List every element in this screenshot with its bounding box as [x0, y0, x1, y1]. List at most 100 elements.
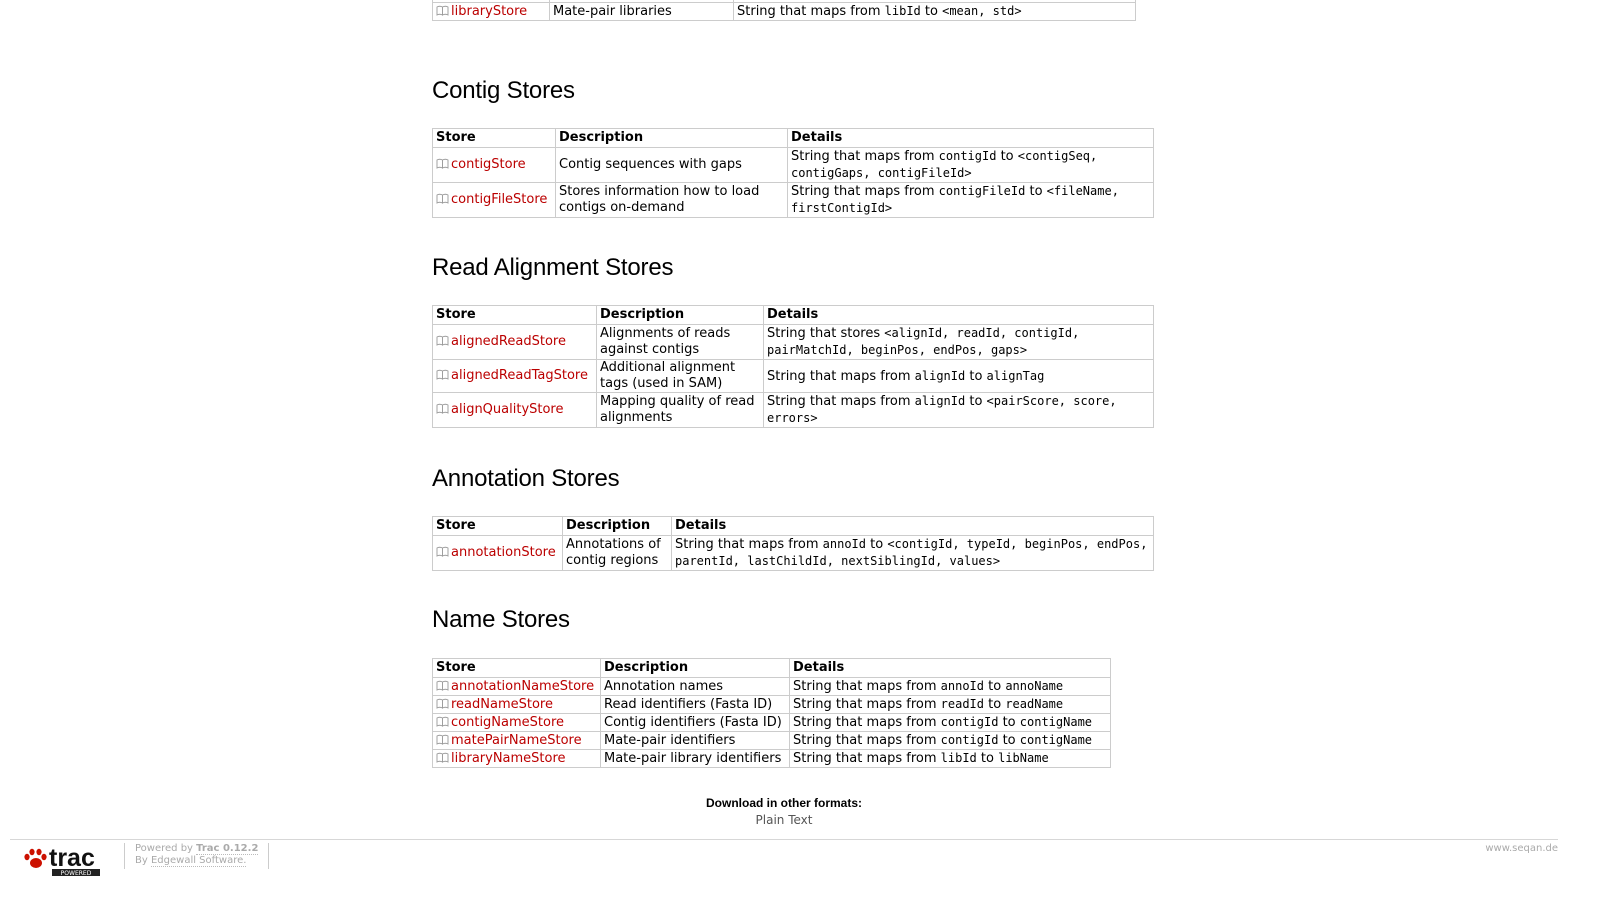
- details-code: alignId: [914, 394, 966, 408]
- store-name[interactable]: matePairStore: [451, 0, 543, 1]
- description-cell: Contig identifiers (Fasta ID): [600, 713, 790, 732]
- details-code: contigId: [938, 149, 997, 163]
- details-text: to: [984, 679, 1006, 694]
- details-text: to: [965, 394, 987, 409]
- plain-text-link[interactable]: Plain Text: [0, 813, 1568, 827]
- store-link[interactable]: alignQualityStore: [436, 402, 564, 417]
- table-header: Store Description Details: [432, 516, 1154, 536]
- edgewall-link[interactable]: Edgewall Software.: [150, 855, 247, 867]
- store-link[interactable]: contigNameStore: [436, 715, 564, 730]
- description-cell: Annotation names: [600, 677, 790, 696]
- column-header: Store: [432, 305, 597, 325]
- store-name[interactable]: alignedReadTagStore: [451, 368, 588, 383]
- wiki-book-icon: [436, 546, 449, 557]
- column-header: Description: [600, 658, 790, 678]
- details-cell: String that maps from readId to readName: [789, 695, 1111, 714]
- trac-logo[interactable]: trac POWERED: [22, 844, 116, 878]
- store-cell: libraryStore: [432, 2, 550, 21]
- details-text: String that stores: [767, 326, 885, 341]
- store-cell: alignedReadStore: [432, 324, 597, 360]
- description-cell: Annotations of contig regions: [562, 535, 672, 571]
- details-cell: String that maps from contigId to contig…: [789, 713, 1111, 732]
- details-text: to: [920, 4, 943, 19]
- store-link[interactable]: readNameStore: [436, 697, 553, 712]
- table-row: libraryNameStore Mate-pair library identi…: [432, 749, 1111, 768]
- wiki-book-icon: [436, 5, 449, 16]
- details-code: annoId: [822, 537, 866, 551]
- store-link[interactable]: annotationNameStore: [436, 679, 594, 694]
- store-link[interactable]: libraryNameStore: [436, 751, 566, 766]
- details-text: String that maps from: [767, 368, 915, 384]
- column-header: Details: [671, 516, 1154, 536]
- details-code: annoName: [1005, 679, 1064, 693]
- wiki-book-icon: [436, 158, 449, 169]
- details-text: String that maps from: [793, 679, 941, 694]
- store-name[interactable]: matePairNameStore: [451, 733, 582, 748]
- details-text: to: [996, 149, 1018, 164]
- store-name[interactable]: alignQualityStore: [451, 402, 564, 417]
- wiki-book-icon: [436, 193, 449, 204]
- partial-store-table: matePairStoreMate-pairs / pairs of reads…: [432, 0, 1136, 21]
- name-stores-table: Store Description Details annotationNameSt…: [432, 658, 1111, 768]
- details-code: <mean, std>: [942, 4, 1022, 18]
- wiki-book-icon: [436, 335, 449, 346]
- table-header: Store Description Details: [432, 305, 1154, 325]
- details-text: String that maps from: [767, 394, 915, 409]
- store-name[interactable]: readNameStore: [451, 697, 553, 712]
- store-link[interactable]: annotationStore: [436, 545, 556, 560]
- description-cell: Alignments of reads against contigs: [596, 324, 764, 360]
- details-code: contigName: [1019, 715, 1093, 729]
- description-cell: Mate-pair library identifiers: [600, 749, 790, 768]
- partial-table-body: matePairStoreMate-pairs / pairs of reads…: [432, 0, 1136, 21]
- store-name[interactable]: contigNameStore: [451, 715, 564, 730]
- store-cell: annotationStore: [432, 535, 563, 571]
- store-cell: contigNameStore: [432, 713, 601, 732]
- store-link[interactable]: alignedReadTagStore: [436, 368, 588, 383]
- section-heading-contig-stores: Contig Stores: [432, 77, 575, 104]
- store-link[interactable]: contigStore: [436, 157, 526, 172]
- details-code: contigId: [940, 733, 999, 747]
- section-heading-name-stores: Name Stores: [432, 606, 570, 633]
- store-name[interactable]: libraryStore: [451, 4, 527, 19]
- details-code: contigName: [1019, 733, 1093, 747]
- details-text: String that maps from: [791, 149, 939, 164]
- store-link[interactable]: matePairStore: [436, 0, 543, 1]
- table-body: annotationNameStore Annotation names Strin…: [432, 677, 1111, 768]
- table-row: readNameStore Read identifiers (Fasta ID)…: [432, 695, 1111, 714]
- store-name[interactable]: contigFileStore: [451, 192, 547, 207]
- column-header: Details: [789, 658, 1111, 678]
- trac-version-link[interactable]: Trac 0.12.2: [196, 843, 259, 855]
- wiki-book-icon: [436, 734, 449, 745]
- store-name[interactable]: annotationStore: [451, 545, 556, 560]
- details-text: String that maps from: [791, 184, 939, 199]
- details-code: libId: [940, 751, 977, 765]
- site-url-link[interactable]: www.seqan.de: [1485, 843, 1558, 854]
- details-text: String that maps from: [793, 751, 941, 766]
- details-cell: String that maps from alignId to <pairSc…: [763, 392, 1154, 428]
- table-row: matePairNameStore Mate-pair identifiers St…: [432, 731, 1111, 750]
- section-heading-read-alignment-stores: Read Alignment Stores: [432, 254, 674, 281]
- details-cell: String that maps from annoId to annoName: [789, 677, 1111, 696]
- table-row: contigStore Contig sequences with gaps Str…: [432, 147, 1154, 183]
- details-code: libName: [998, 751, 1049, 765]
- store-link[interactable]: alignedReadStore: [436, 334, 566, 349]
- footer: trac POWERED Powered by Trac 0.12.2 By E…: [10, 839, 1558, 880]
- store-cell: libraryNameStore: [432, 749, 601, 768]
- details-text: to: [866, 537, 888, 552]
- table-header: Store Description Details: [432, 128, 1154, 148]
- store-name[interactable]: annotationNameStore: [451, 679, 594, 694]
- table-row: annotationStore Annotations of contig reg…: [432, 535, 1154, 571]
- store-link[interactable]: matePairNameStore: [436, 733, 582, 748]
- table-row: alignedReadStore Alignments of reads agai…: [432, 324, 1154, 360]
- store-cell: matePairNameStore: [432, 731, 601, 750]
- table-body: alignedReadStore Alignments of reads agai…: [432, 324, 1154, 428]
- store-name[interactable]: contigStore: [451, 157, 526, 172]
- store-name[interactable]: libraryNameStore: [451, 751, 566, 766]
- store-link[interactable]: libraryStore: [436, 4, 527, 19]
- store-link[interactable]: contigFileStore: [436, 192, 547, 207]
- wiki-book-icon: [436, 680, 449, 691]
- description-cell: Mate-pair libraries: [549, 2, 734, 21]
- store-name[interactable]: alignedReadStore: [451, 334, 566, 349]
- section-heading-annotation-stores: Annotation Stores: [432, 465, 620, 492]
- table-body: annotationStore Annotations of contig reg…: [432, 535, 1154, 571]
